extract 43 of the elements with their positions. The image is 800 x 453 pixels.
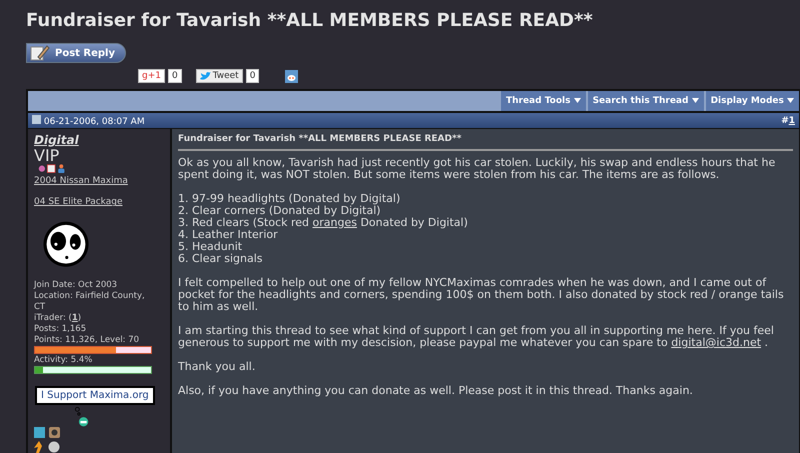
list-item: 4. Leather Interior	[178, 229, 279, 241]
toolbar-menu-button[interactable]: Display Modes	[706, 91, 799, 111]
toolbar-menu-button[interactable]: Search this Thread	[588, 91, 704, 111]
post-paragraph: Also, if you have anything you can donate as well. Please post it in this thread. Thanks again.	[178, 385, 694, 397]
text-link[interactable]: oranges	[312, 216, 357, 229]
caret-icon	[574, 98, 581, 103]
caret-icon	[787, 98, 794, 103]
thread-title: Fundraiser for Tavarish **ALL MEMBERS PLEASE READ**	[26, 10, 594, 31]
user-stat: Points: 11,326, Level: 70	[34, 334, 140, 346]
post-reply-button[interactable]: Post Reply	[26, 43, 126, 63]
support-banner[interactable]: I Support Maxima.org	[35, 386, 155, 405]
post-paragraph: I felt compelled to help out one of my fellow NYCMaximas comrades when he was down, and I came out of pocket for the headlights and corners, spending 100$ on them both. I also donated by stock red / orange tails to him as well.	[178, 277, 785, 313]
document-icon	[32, 114, 41, 124]
username-link[interactable]: Digital	[34, 133, 79, 147]
tweet-button[interactable]: Tweet	[196, 69, 243, 83]
post-date: 06-21-2006, 08:07 AM	[32, 114, 145, 126]
package-link[interactable]: 04 SE Elite Package	[34, 197, 122, 208]
bird-icon	[200, 72, 211, 80]
toolbar-menu-button[interactable]: Thread Tools	[500, 91, 586, 111]
list-item: 3. Red clears (Stock red oranges Donated by Digital)	[178, 217, 469, 229]
user-stat: Join Date: Oct 2003	[34, 280, 118, 291]
email-link[interactable]: digital@ic3d.net	[671, 336, 762, 349]
post-paragraph: Thank you all.	[178, 361, 256, 373]
post-title: Fundraiser for Tavarish **ALL MEMBERS PLEASE READ**	[178, 133, 462, 145]
list-item: 2. Clear corners (Donated by Digital)	[178, 205, 381, 217]
list-item: 1. 97-99 headlights (Donated by Digital)	[178, 193, 402, 205]
car-link[interactable]: 2004 Nissan Maxima	[34, 176, 128, 186]
user-stat: Activity: 5.4%	[34, 354, 94, 366]
user-rank: VIP	[34, 147, 60, 164]
caret-icon	[692, 98, 699, 103]
share-count: 0	[246, 69, 260, 83]
post-paragraph: Ok as you all know, Tavarish had just recently got his car stolen. Luckily, his swap and endless hours that he spent doing it, was NOT stolen. But some items were stolen from his car. The items are as follows.	[178, 157, 776, 181]
user-stat: Posts: 1,165	[34, 324, 88, 335]
plus-one-button[interactable]: g+1	[138, 69, 165, 83]
list-item: 6. Clear signals	[178, 253, 264, 265]
post-paragraph: I am starting this thread to see what kind of support I can get from you all in supporting me here. If you feel generous to support me with my descision, please paypal me whatever you can spare to digital@ic3d.net .	[178, 325, 775, 349]
share-count: 0	[168, 69, 182, 83]
post-number: #1	[781, 116, 795, 126]
alien-icon[interactable]	[285, 70, 298, 82]
itrader-label: iTrader: (1)	[34, 312, 82, 324]
pencil-paper-icon	[30, 45, 50, 61]
itrader-link[interactable]: 1	[72, 312, 78, 323]
list-item: 5. Headunit	[178, 241, 244, 253]
